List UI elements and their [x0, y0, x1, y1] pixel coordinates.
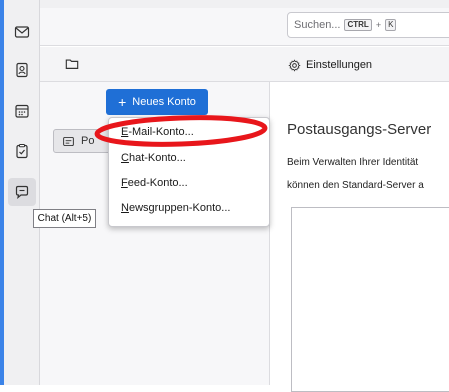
- description-line-1: Beim Verwalten Ihrer Identität: [287, 157, 419, 168]
- account-label: Po: [81, 135, 95, 147]
- description-line-2: können den Standard-Server a: [287, 180, 424, 191]
- plus-icon: +: [118, 94, 127, 110]
- smtp-server-list[interactable]: [291, 207, 449, 392]
- global-search-input[interactable]: Suchen... CTRL + K: [287, 12, 449, 38]
- new-account-button[interactable]: + Neues Konto: [106, 89, 208, 115]
- menu-item-label: eed-Konto...: [127, 177, 188, 189]
- title-strip: [40, 0, 449, 8]
- menu-item-chat-account[interactable]: Chat-Konto...: [121, 152, 186, 164]
- menu-item-access-key: F: [121, 177, 128, 189]
- chat-space-button[interactable]: [8, 178, 36, 206]
- account-list-item[interactable]: Po: [53, 129, 115, 153]
- account-icon: [63, 136, 74, 146]
- tasks-space-button[interactable]: [8, 137, 36, 165]
- shortcut-ctrl-key: CTRL: [344, 19, 372, 31]
- menu-item-feed-account[interactable]: Feed-Konto...: [121, 177, 188, 189]
- address-book-icon: [16, 62, 28, 78]
- address-book-space-button[interactable]: [8, 56, 36, 84]
- menu-item-access-key: N: [121, 202, 129, 214]
- tab-settings[interactable]: Einstellungen: [288, 54, 372, 76]
- mail-icon: [14, 26, 30, 38]
- menu-item-newsgroup-account[interactable]: Newsgruppen-Konto...: [121, 202, 230, 214]
- tasks-icon: [16, 144, 28, 159]
- calendar-icon: [15, 104, 29, 118]
- shortcut-k-key: K: [385, 19, 397, 31]
- chat-icon: [15, 185, 29, 200]
- folder-icon[interactable]: [65, 57, 79, 71]
- account-toolbar: [40, 47, 449, 82]
- new-account-label: Neues Konto: [132, 96, 196, 108]
- menu-item-label: -Mail-Konto...: [128, 126, 194, 138]
- chat-tooltip: Chat (Alt+5): [33, 209, 96, 228]
- shortcut-plus: +: [375, 20, 382, 30]
- page-title: Postausgangs-Server: [287, 121, 432, 138]
- menu-item-label: hat-Konto...: [128, 152, 186, 164]
- gear-icon: [288, 58, 301, 72]
- menu-item-access-key: C: [121, 152, 129, 164]
- mail-space-button[interactable]: [8, 18, 36, 46]
- menu-item-email-account[interactable]: E-Mail-Konto...: [121, 126, 194, 138]
- menu-item-label: ewsgruppen-Konto...: [128, 202, 231, 214]
- tab-settings-label: Einstellungen: [306, 59, 373, 71]
- search-placeholder: Suchen...: [294, 19, 341, 31]
- calendar-space-button[interactable]: [8, 97, 36, 125]
